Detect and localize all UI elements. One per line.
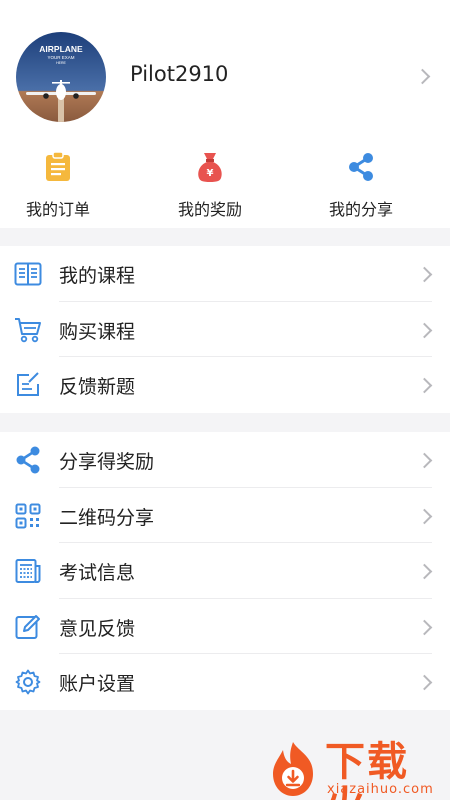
watermark: 下载火 xiazaihuo.com bbox=[265, 740, 445, 800]
menu-group-courses: 我的课程 购买课程 反馈新题 bbox=[0, 246, 450, 413]
menu-group-misc: 分享得奖励 二维码分享 考试信息 意见反馈 账户设置 bbox=[0, 432, 450, 710]
chevron-right-icon[interactable] bbox=[414, 68, 431, 85]
gear-icon bbox=[14, 668, 42, 696]
chevron-right-icon bbox=[416, 563, 433, 580]
menu-item-feedback-new-questions[interactable]: 反馈新题 bbox=[0, 357, 450, 413]
menu-item-label: 二维码分享 bbox=[59, 506, 155, 529]
menu-item-exam-info[interactable]: 考试信息 bbox=[0, 543, 450, 599]
pencil-edit-icon bbox=[14, 613, 42, 641]
menu-item-label: 我的课程 bbox=[59, 265, 136, 287]
menu-item-label: 考试信息 bbox=[59, 562, 136, 584]
money-bag-icon: ¥ bbox=[135, 150, 285, 184]
quick-action-label: 我的订单 bbox=[25, 200, 90, 219]
newspaper-icon bbox=[14, 557, 42, 585]
quick-action-shares[interactable]: 我的分享 bbox=[286, 150, 436, 220]
share-icon bbox=[286, 150, 436, 184]
menu-item-label: 反馈新题 bbox=[59, 376, 136, 398]
svg-text:¥: ¥ bbox=[207, 168, 214, 179]
edit-note-icon bbox=[14, 371, 42, 399]
menu-item-share-rewards[interactable]: 分享得奖励 bbox=[0, 432, 450, 488]
clipboard-icon bbox=[0, 150, 133, 184]
quick-action-rewards[interactable]: ¥ 我的奖励 bbox=[135, 150, 285, 220]
svg-text:YOUR EXAM: YOUR EXAM bbox=[47, 55, 74, 60]
flame-logo-icon bbox=[265, 740, 321, 798]
chevron-right-icon bbox=[416, 266, 433, 283]
chevron-right-icon bbox=[416, 377, 433, 394]
username[interactable]: Pilot2910 bbox=[130, 62, 228, 86]
svg-text:HERE: HERE bbox=[56, 61, 66, 65]
menu-item-account-settings[interactable]: 账户设置 bbox=[0, 654, 450, 710]
chevron-right-icon bbox=[416, 508, 433, 524]
share-icon bbox=[14, 446, 42, 474]
menu-item-label: 分享得奖励 bbox=[59, 451, 155, 473]
avatar[interactable]: AIRPLANE YOUR EXAM HERE bbox=[16, 32, 106, 122]
quick-action-orders[interactable]: 我的订单 bbox=[0, 150, 133, 220]
menu-item-label: 购买课程 bbox=[59, 320, 136, 343]
menu-item-buy-courses[interactable]: 购买课程 bbox=[0, 302, 450, 357]
qr-code-icon bbox=[14, 502, 42, 530]
menu-item-qr-share[interactable]: 二维码分享 bbox=[0, 488, 450, 543]
chevron-right-icon bbox=[416, 322, 433, 338]
chevron-right-icon bbox=[416, 452, 433, 469]
watermark-url: xiazaihuo.com bbox=[327, 782, 434, 797]
quick-action-label: 我的分享 bbox=[328, 200, 393, 219]
menu-item-label: 意见反馈 bbox=[59, 617, 136, 640]
quick-action-label: 我的奖励 bbox=[177, 200, 242, 219]
svg-text:AIRPLANE: AIRPLANE bbox=[39, 44, 83, 54]
book-icon bbox=[14, 260, 42, 288]
menu-item-my-courses[interactable]: 我的课程 bbox=[0, 246, 450, 302]
chevron-right-icon bbox=[416, 619, 433, 635]
menu-item-feedback[interactable]: 意见反馈 bbox=[0, 599, 450, 654]
cart-icon bbox=[14, 316, 42, 344]
profile-section: AIRPLANE YOUR EXAM HERE Pilot2910 我的订单 ¥… bbox=[0, 0, 450, 228]
chevron-right-icon bbox=[416, 674, 433, 691]
menu-item-label: 账户设置 bbox=[59, 673, 136, 695]
